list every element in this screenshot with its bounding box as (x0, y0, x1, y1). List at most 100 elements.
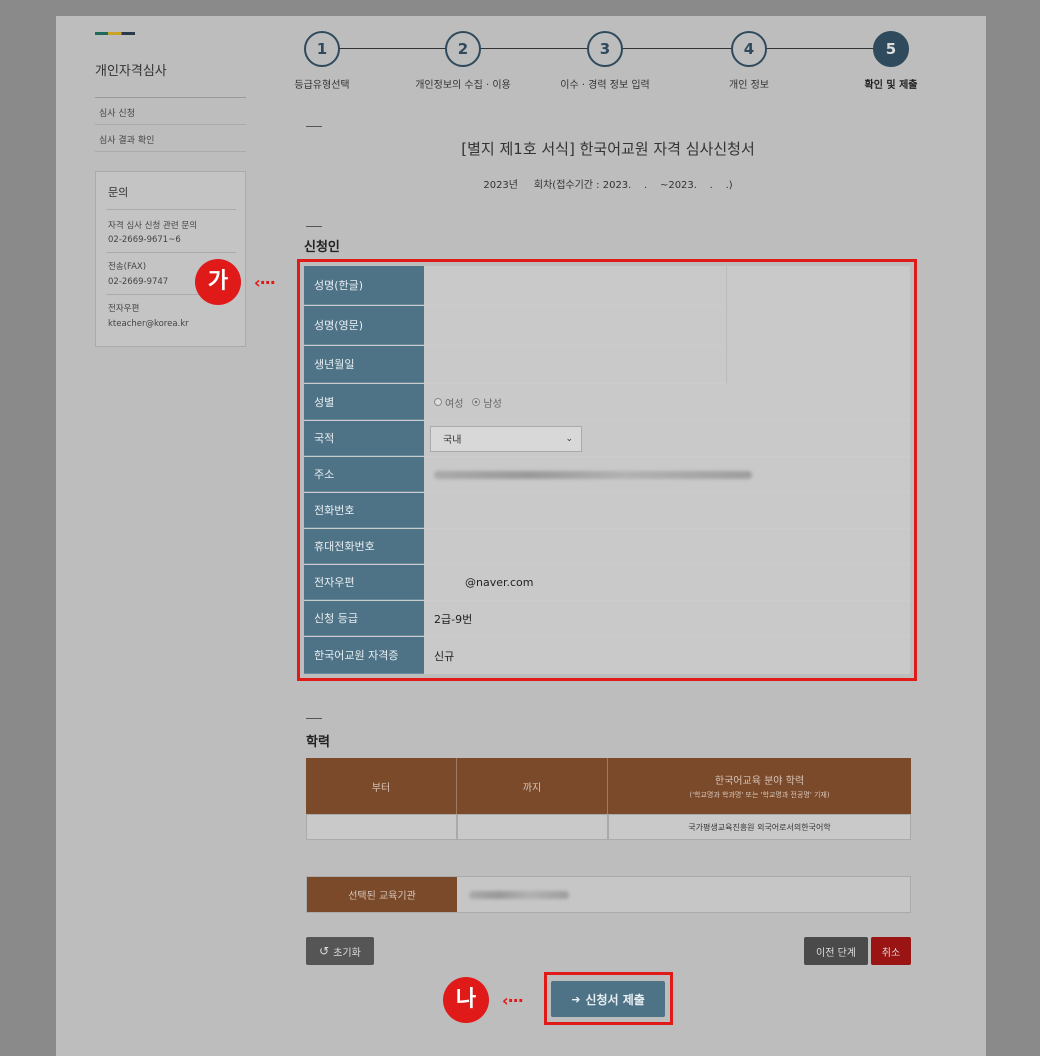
sidebar-link-result[interactable]: 심사 결과 확인 (99, 133, 154, 146)
reset-button[interactable]: ↺ 초기화 (306, 937, 374, 965)
address-redacted (434, 470, 752, 479)
inquiry-label: 자격 심사 신청 관련 문의 (108, 221, 198, 231)
row-label: 전자우편 (304, 565, 424, 600)
nationality-select[interactable]: 국내 ⌄ (430, 425, 582, 452)
education-header-note: ('학교명과 학과명' 또는 '학교명과 전공명' 기재) (689, 791, 830, 799)
radio-female[interactable] (434, 398, 442, 406)
row-label: 전화번호 (304, 493, 424, 528)
institution-label: 선택된 교육기관 (307, 877, 457, 912)
callout-arrow-a: ‹··· (254, 273, 276, 292)
table-row: 생년월일 (304, 346, 726, 384)
table-row: 성명(영문) (304, 306, 726, 346)
section-dash (306, 718, 322, 719)
sidebar-link-apply[interactable]: 심사 신청 (99, 106, 135, 119)
education-header-title: 한국어교육 분야 학력 (714, 776, 805, 787)
sidebar-divider (95, 151, 246, 152)
submit-icon: ➜ (571, 992, 581, 1006)
education-cell-degree: 국가평생교육진흥원 외국어로서의한국어학 (608, 814, 911, 840)
step-label-1: 등급유형선택 (294, 80, 350, 91)
row-label: 한국어교원 자격증 (304, 637, 424, 674)
table-row: 성명(한글) (304, 266, 726, 306)
education-section-title: 학력 (306, 735, 330, 750)
table-row: 국적 국내 ⌄ (304, 421, 910, 457)
step-label-3: 이수 · 경력 정보 입력 (560, 80, 650, 91)
step-1: 1 (304, 31, 340, 67)
certificate-value: 신규 (424, 637, 910, 674)
email-value: @naver.com (424, 565, 910, 600)
form-title: [별지 제1호 서식] 한국어교원 자격 심사신청서 (461, 140, 755, 158)
row-label: 성명(영문) (304, 306, 424, 345)
submit-button-label: 신청서 제출 (585, 992, 645, 1007)
inquiry-fax: 02-2669-9747 (108, 277, 169, 287)
row-label: 생년월일 (304, 346, 424, 383)
step-label-4: 개인 정보 (729, 80, 769, 91)
name-kr-value (424, 266, 726, 305)
step-3: 3 (587, 31, 623, 67)
applicant-section-title: 신청인 (304, 240, 340, 255)
inquiry-title: 문의 (108, 186, 129, 199)
app-layer: 개인자격심사 심사 신청 심사 결과 확인 문의 자격 심사 신청 관련 문의 … (0, 0, 1040, 1056)
gender-option-male: 남성 (483, 398, 502, 410)
inquiry-phone: 02-2669-9671~6 (108, 235, 181, 245)
step-5: 5 (873, 31, 909, 67)
step-label-5: 확인 및 제출 (864, 80, 918, 91)
inquiry-divider (106, 209, 236, 210)
row-label: 신청 등급 (304, 601, 424, 636)
address-value (424, 457, 910, 492)
table-row: 성별 여성 남성 (304, 384, 910, 421)
education-header-to: 까지 (457, 758, 608, 814)
name-en-value (424, 306, 726, 345)
sidebar-divider (95, 124, 246, 125)
education-header-degree: 한국어교육 분야 학력 ('학교명과 학과명' 또는 '학교명과 전공명' 기재… (608, 758, 911, 814)
cancel-button[interactable]: 취소 (871, 937, 911, 965)
inquiry-label: 전자우편 (108, 304, 140, 314)
submit-application-button[interactable]: ➜ 신청서 제출 (551, 981, 665, 1017)
table-row: 전화번호 (304, 493, 910, 529)
institution-row: 선택된 교육기관 (306, 876, 911, 913)
phone-value (424, 493, 910, 528)
table-row: 전자우편 @naver.com (304, 565, 910, 601)
inquiry-divider (106, 252, 236, 253)
section-dash (306, 126, 322, 127)
callout-arrow-b: ‹··· (502, 991, 524, 1010)
row-label: 성명(한글) (304, 266, 424, 305)
sidebar-title: 개인자격심사 (95, 64, 167, 79)
table-row: 한국어교원 자격증 신규 (304, 637, 910, 674)
education-cell-from (306, 814, 457, 840)
row-label: 주소 (304, 457, 424, 492)
gender-option-female: 여성 (445, 398, 464, 410)
photo-cell (726, 266, 910, 384)
table-row: 신청 등급 2급-9번 (304, 601, 910, 637)
reset-button-label: 초기화 (333, 947, 361, 959)
mobile-value (424, 529, 910, 564)
education-table: 부터 까지 한국어교육 분야 학력 ('학교명과 학과명' 또는 '학교명과 전… (306, 758, 911, 840)
step-2: 2 (445, 31, 481, 67)
row-label: 성별 (304, 384, 424, 420)
chevron-down-icon: ⌄ (565, 433, 573, 444)
radio-male[interactable] (472, 398, 481, 406)
gender-value: 여성 남성 (424, 384, 910, 420)
table-row: 주소 (304, 457, 910, 493)
inquiry-label: 전송(FAX) (108, 262, 147, 272)
step-4: 4 (731, 31, 767, 67)
callout-badge-a: 가 (195, 259, 241, 305)
education-header-from: 부터 (306, 758, 457, 814)
nationality-selected: 국내 (443, 435, 462, 446)
step-label-2: 개인정보의 수집 · 이용 (415, 80, 511, 91)
row-label: 국적 (304, 421, 424, 456)
sidebar-divider (95, 97, 246, 98)
reset-icon: ↺ (319, 944, 330, 958)
birthdate-value (424, 346, 726, 383)
prev-step-button[interactable]: 이전 단계 (804, 937, 868, 965)
applicant-table: 성명(한글) 성명(영문) 생년월일 성별 여성 남성 국적 국내 ⌄ 주소 전… (304, 266, 910, 674)
nationality-cell: 국내 ⌄ (424, 421, 910, 456)
grade-value: 2급-9번 (424, 601, 910, 636)
brand-logo-bar (95, 32, 135, 35)
row-label: 휴대전화번호 (304, 529, 424, 564)
table-row: 휴대전화번호 (304, 529, 910, 565)
institution-redacted (469, 891, 569, 899)
education-cell-to (457, 814, 608, 840)
section-dash (306, 226, 322, 227)
inquiry-email: kteacher@korea.kr (108, 319, 189, 329)
callout-badge-b: 나 (443, 977, 489, 1023)
